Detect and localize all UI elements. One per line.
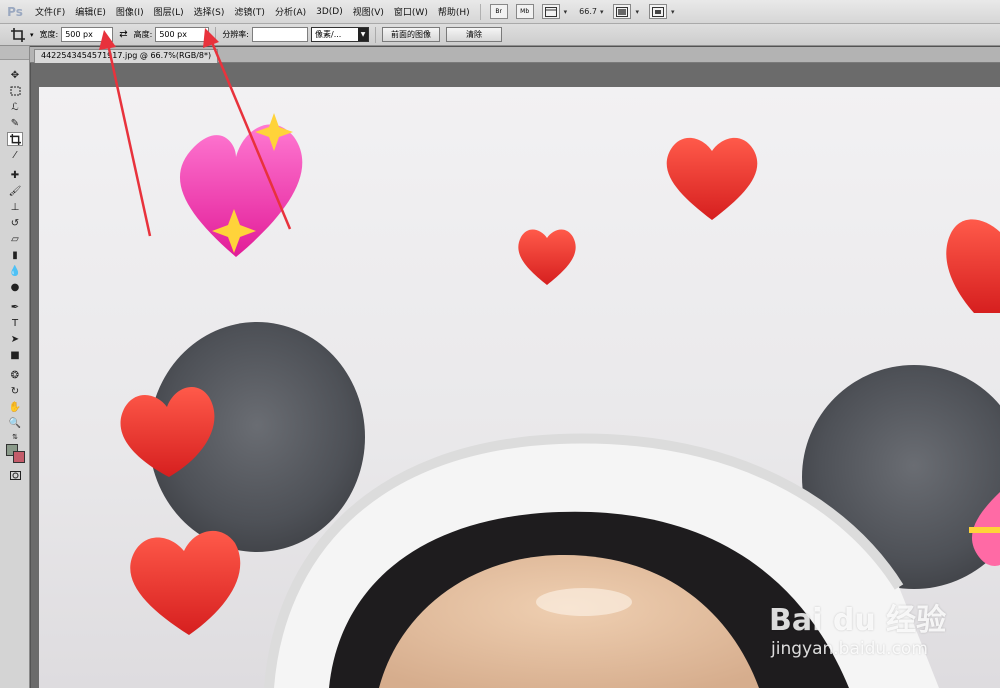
swap-colors-icon[interactable]: ⇅ (7, 430, 23, 444)
menu-bar: Ps 文件(F) 编辑(E) 图像(I) 图层(L) 选择(S) 滤镜(T) 分… (0, 0, 1000, 24)
quick-mask-icon[interactable] (7, 468, 23, 482)
zoom-caret[interactable]: ▾ (600, 8, 604, 16)
crop-tool-icon (11, 27, 25, 42)
heart (666, 137, 758, 220)
arrange-icon (616, 6, 629, 17)
photoshop-window: Ps 文件(F) 编辑(E) 图像(I) 图层(L) 选择(S) 滤镜(T) 分… (0, 0, 1000, 688)
gradient-icon[interactable]: ▮ (7, 248, 23, 262)
chevron-down-icon: ▼ (358, 28, 369, 41)
menu-edit[interactable]: 编辑(E) (70, 5, 111, 18)
bridge-button[interactable]: Br (489, 4, 508, 19)
watermark-url: jingyan.baidu.com (771, 639, 928, 659)
screen-mode-icon (652, 6, 664, 17)
pen-icon[interactable]: ✒ (7, 300, 23, 314)
resolution-label: 分辨率: (222, 30, 250, 39)
menu-file[interactable]: 文件(F) (30, 5, 70, 18)
arrange-caret[interactable]: ▾ (635, 8, 639, 16)
watermark-logo: Bai du 经验 (769, 603, 947, 638)
view-extras-icon (544, 6, 557, 17)
photo-canvas[interactable]: Bai du 经验 jingyan.baidu.com (39, 87, 1000, 688)
zoom-icon[interactable]: 🔍 (7, 416, 23, 430)
view-extras-caret[interactable]: ▾ (564, 8, 568, 16)
dodge-icon[interactable]: ● (7, 280, 23, 294)
menu-view[interactable]: 视图(V) (348, 5, 389, 18)
mini-bridge-button[interactable]: Mb (515, 4, 534, 19)
blur-icon[interactable]: 💧 (7, 264, 23, 278)
heart (130, 530, 241, 635)
background-color-swatch[interactable] (13, 451, 25, 463)
sparkle-heart (179, 113, 303, 257)
menu-select[interactable]: 选择(S) (189, 5, 230, 18)
options-bar: ▾ 宽度: ⇄ 高度: 分辨率: 像素/... ▼ 前面的图像 清除 (0, 24, 1000, 46)
clear-button[interactable]: 清除 (446, 27, 503, 42)
resolution-unit-select[interactable]: 像素/... ▼ (311, 27, 370, 42)
front-image-button[interactable]: 前面的图像 (382, 27, 441, 42)
zoom-level[interactable]: 66.7 (579, 7, 597, 16)
options-divider (215, 26, 217, 43)
marquee-tool-icon[interactable] (7, 84, 23, 98)
hand-icon[interactable]: ✋ (7, 400, 23, 414)
move-tool-icon[interactable]: ✥ (7, 68, 23, 82)
document-tab[interactable]: 4422543454571917.jpg @ 66.7%(RGB/8*) (34, 49, 219, 63)
clone-stamp-icon[interactable]: ⊥ (7, 200, 23, 214)
type-icon[interactable]: T (7, 316, 23, 330)
canvas-area[interactable]: Bai du 经验 jingyan.baidu.com (31, 63, 1000, 688)
3d-orbit-icon[interactable]: ↻ (7, 384, 23, 398)
screen-mode-caret[interactable]: ▾ (671, 8, 675, 16)
eyedropper-icon[interactable]: ⁄ (7, 148, 23, 162)
menu-3d[interactable]: 3D(D) (311, 7, 348, 17)
height-input[interactable] (155, 27, 210, 42)
width-label: 宽度: (39, 30, 59, 39)
tools-panel-grip[interactable] (0, 46, 29, 60)
menu-layer[interactable]: 图层(L) (149, 5, 189, 18)
arrange-documents-button[interactable] (613, 4, 632, 19)
app-logo: Ps (7, 4, 23, 19)
brush-icon[interactable]: 🖌 (7, 184, 23, 198)
crop-icon[interactable] (7, 132, 23, 146)
3d-rotate-icon[interactable]: ❂ (7, 368, 23, 382)
history-brush-icon[interactable]: ↺ (7, 216, 23, 230)
tool-preset-picker[interactable] (6, 26, 30, 44)
menu-image[interactable]: 图像(I) (111, 5, 149, 18)
menu-window[interactable]: 窗口(W) (389, 5, 433, 18)
tools-panel: ✥ ℒ ✎ ⁄ ✚ 🖌 ⊥ ↺ ▱ ▮ 💧 ● ✒ T ➤ ■ ❂ ↻ ✋ 🔍 … (0, 46, 30, 688)
options-divider (375, 26, 377, 43)
resolution-unit-value: 像素/... (315, 30, 342, 39)
heart (946, 219, 1000, 313)
quick-select-icon[interactable]: ✎ (7, 116, 23, 130)
menu-analysis[interactable]: 分析(A) (270, 5, 311, 18)
shape-icon[interactable]: ■ (7, 348, 23, 362)
menu-filter[interactable]: 滤镜(T) (229, 5, 270, 18)
heart (518, 229, 576, 285)
tool-preset-caret[interactable]: ▾ (30, 31, 34, 39)
eraser-icon[interactable]: ▱ (7, 232, 23, 246)
menu-divider (479, 3, 481, 20)
healing-brush-icon[interactable]: ✚ (7, 168, 23, 182)
lasso-tool-icon[interactable]: ℒ (7, 100, 23, 114)
view-extras-button[interactable] (541, 4, 560, 19)
swap-dimensions-icon[interactable]: ⇄ (119, 29, 127, 40)
menu-help[interactable]: 帮助(H) (433, 5, 475, 18)
width-input[interactable] (61, 27, 114, 42)
document-tab-bar: 4422543454571917.jpg @ 66.7%(RGB/8*) (30, 47, 1000, 63)
resolution-input[interactable] (252, 27, 309, 42)
height-label: 高度: (133, 30, 153, 39)
path-select-icon[interactable]: ➤ (7, 332, 23, 346)
screen-mode-button[interactable] (649, 4, 667, 19)
